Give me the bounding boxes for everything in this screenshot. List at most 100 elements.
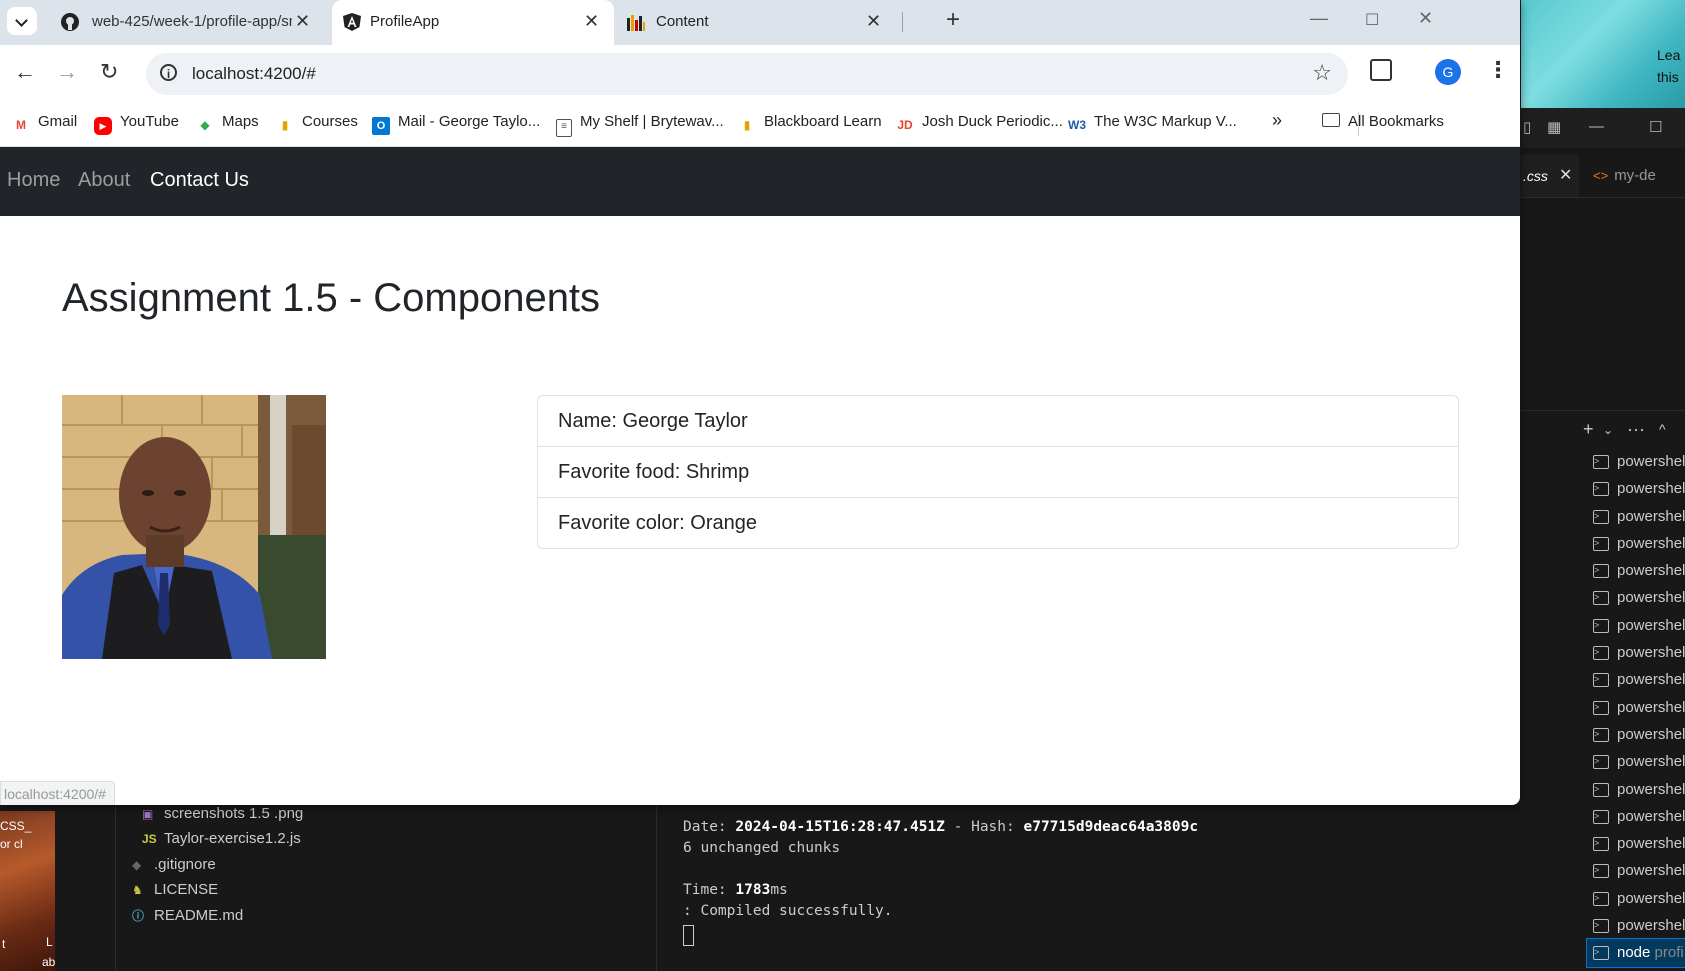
bookmark-gmail[interactable]: M Gmail [12,113,77,134]
status-bar-url: localhost:4200/# [0,781,115,805]
terminal-item-node[interactable]: > node profi [1586,938,1685,968]
nav-contact-us[interactable]: Contact Us [150,169,249,192]
terminal-line-chunks: 6 unchanged chunks [683,840,841,856]
url-text[interactable]: localhost:4200/# [192,64,316,84]
terminal-icon: > [1593,564,1609,579]
git-file-icon: ◆ [132,858,142,872]
vscode-right-pane: ▯ ▦ — ☐ .css ✕ <> my-de + ⌄ ··· ^ > powers… [1521,108,1685,971]
js-file-icon: JS [142,832,157,846]
terminal-item[interactable]: > powershel [1587,557,1685,584]
file-license[interactable]: ♞ LICENSE [132,881,218,898]
new-terminal-icon[interactable]: + [1583,419,1594,440]
chevron-up-icon[interactable]: ^ [1659,421,1666,437]
bookmark-periodic[interactable]: JD Josh Duck Periodic... [896,113,1063,134]
layout-customize-icon[interactable]: ▦ [1547,118,1561,136]
file-screenshots[interactable]: ▣ screenshots 1.5 .png [142,805,303,822]
terminal-item[interactable]: > powershel [1587,857,1685,884]
minimize-icon[interactable]: — [1310,8,1328,29]
tab-my-de[interactable]: <> my-de [1579,155,1685,197]
maximize-icon[interactable]: ☐ [1649,118,1662,136]
close-icon[interactable]: ✕ [584,0,599,43]
bookmark-my-shelf[interactable]: ≡ My Shelf | Brytewav... [556,113,724,137]
profile-avatar[interactable]: G [1435,59,1461,85]
terminal-item[interactable]: > powershel [1587,830,1685,857]
tab-profileapp[interactable]: ProfileApp ✕ [332,0,614,45]
terminal-list: > powershel > powershel > powershel > powers… [1586,448,1685,968]
profile-name: Name: George Taylor [538,396,1458,447]
tab-search-button[interactable] [7,7,37,35]
tab-github[interactable]: web-425/week-1/profile-app/sr ✕ [40,0,330,45]
code-icon: <> [1593,168,1609,183]
license-file-icon: ♞ [132,883,143,897]
back-arrow-icon[interactable]: ← [14,59,36,85]
close-icon[interactable]: ✕ [295,0,310,43]
extensions-icon[interactable] [1370,59,1392,81]
file-readme[interactable]: ⓘ README.md [132,907,243,924]
bookmark-star-icon[interactable]: ☆ [1312,60,1332,86]
bookmark-blackboard[interactable]: ▮ Blackboard Learn [738,113,882,134]
minimize-icon[interactable]: — [1589,118,1604,135]
file-taylor-exercise[interactable]: JS Taylor-exercise1.2.js [142,830,301,847]
file-explorer: ▣ screenshots 1.5 .png JS Taylor-exercise1… [116,805,657,971]
layout-sidebar-icon[interactable]: ▯ [1523,118,1531,136]
page-title: Assignment 1.5 - Components [62,276,601,320]
desktop-wallpaper: Lea this [1521,0,1685,108]
more-icon[interactable]: ··· [1627,419,1645,440]
terminal-item[interactable]: > powershel [1587,721,1685,748]
terminal-item[interactable]: > powershel [1587,803,1685,830]
all-bookmarks[interactable]: All Bookmarks [1322,113,1444,130]
bookmark-youtube[interactable]: ▶ YouTube [94,113,179,135]
close-window-icon[interactable]: ✕ [1418,8,1433,29]
tab-strip: web-425/week-1/profile-app/sr ✕ ProfileA… [0,0,1520,45]
terminal-item[interactable]: > powershel [1587,448,1685,475]
menu-kebab-icon[interactable]: ⋮ [1487,57,1509,83]
more-bookmarks-icon[interactable]: » [1272,110,1282,131]
site-info-icon[interactable]: i [160,64,177,81]
nav-home[interactable]: Home [7,169,60,192]
terminal-item[interactable]: > powershel [1587,885,1685,912]
terminal-item[interactable]: > powershel [1587,584,1685,611]
terminal-output[interactable]: Date: 2024-04-15T16:28:47.451Z - Hash: e… [657,805,1521,971]
chevron-down-icon[interactable]: ⌄ [1603,423,1613,437]
reload-icon[interactable]: ↻ [100,59,118,85]
vscode-editor-tabs: .css ✕ <> my-de [1521,155,1685,198]
bookmark-w3c[interactable]: W3 The W3C Markup V... [1068,113,1237,134]
terminal-item[interactable]: > powershel [1587,666,1685,693]
image-file-icon: ▣ [142,807,154,821]
terminal-item[interactable]: > powershel [1587,639,1685,666]
terminal-icon: > [1593,809,1609,824]
bookmark-maps[interactable]: ◆ Maps [196,113,258,134]
terminal-item[interactable]: > powershel [1587,776,1685,803]
terminal-item[interactable]: > powershel [1587,475,1685,502]
terminal-item[interactable]: > powershel [1587,694,1685,721]
terminal-icon: > [1593,782,1609,797]
terminal-item[interactable]: > powershel [1587,530,1685,557]
bookmark-courses[interactable]: ▮ Courses [276,113,358,134]
terminal-item[interactable]: > powershel [1587,612,1685,639]
forward-arrow-icon[interactable]: → [56,59,78,85]
terminal-panel-header: + ⌄ ··· ^ [1521,410,1685,447]
address-bar[interactable]: i localhost:4200/# ☆ [146,53,1348,95]
terminal-icon: > [1593,509,1609,524]
profile-favorite-food: Favorite food: Shrimp [538,447,1458,498]
terminal-icon: > [1593,891,1609,906]
tab-content[interactable]: Content ✕ [618,0,898,45]
bookmark-mail[interactable]: O Mail - George Taylo... [372,113,540,135]
terminal-item[interactable]: > powershel [1587,503,1685,530]
terminal-icon: > [1593,646,1609,661]
activity-bar [55,805,116,971]
desktop-thumbnail: CSS_ or cl t L ab [0,811,55,971]
terminal-item[interactable]: > powershel [1587,748,1685,775]
nav-about[interactable]: About [78,169,130,192]
terminal-item[interactable]: > powershel [1587,912,1685,939]
terminal-icon: > [1593,755,1609,770]
terminal-icon: > [1593,455,1609,469]
file-gitignore[interactable]: ◆ .gitignore [132,856,216,873]
tab-css[interactable]: .css ✕ [1521,155,1579,197]
maximize-icon[interactable]: ☐ [1365,10,1379,30]
close-icon[interactable]: ✕ [1559,155,1572,197]
close-icon[interactable]: ✕ [866,0,881,43]
outlook-icon: O [372,117,390,135]
new-tab-button[interactable]: + [946,6,960,34]
terminal-icon: > [1593,673,1609,688]
